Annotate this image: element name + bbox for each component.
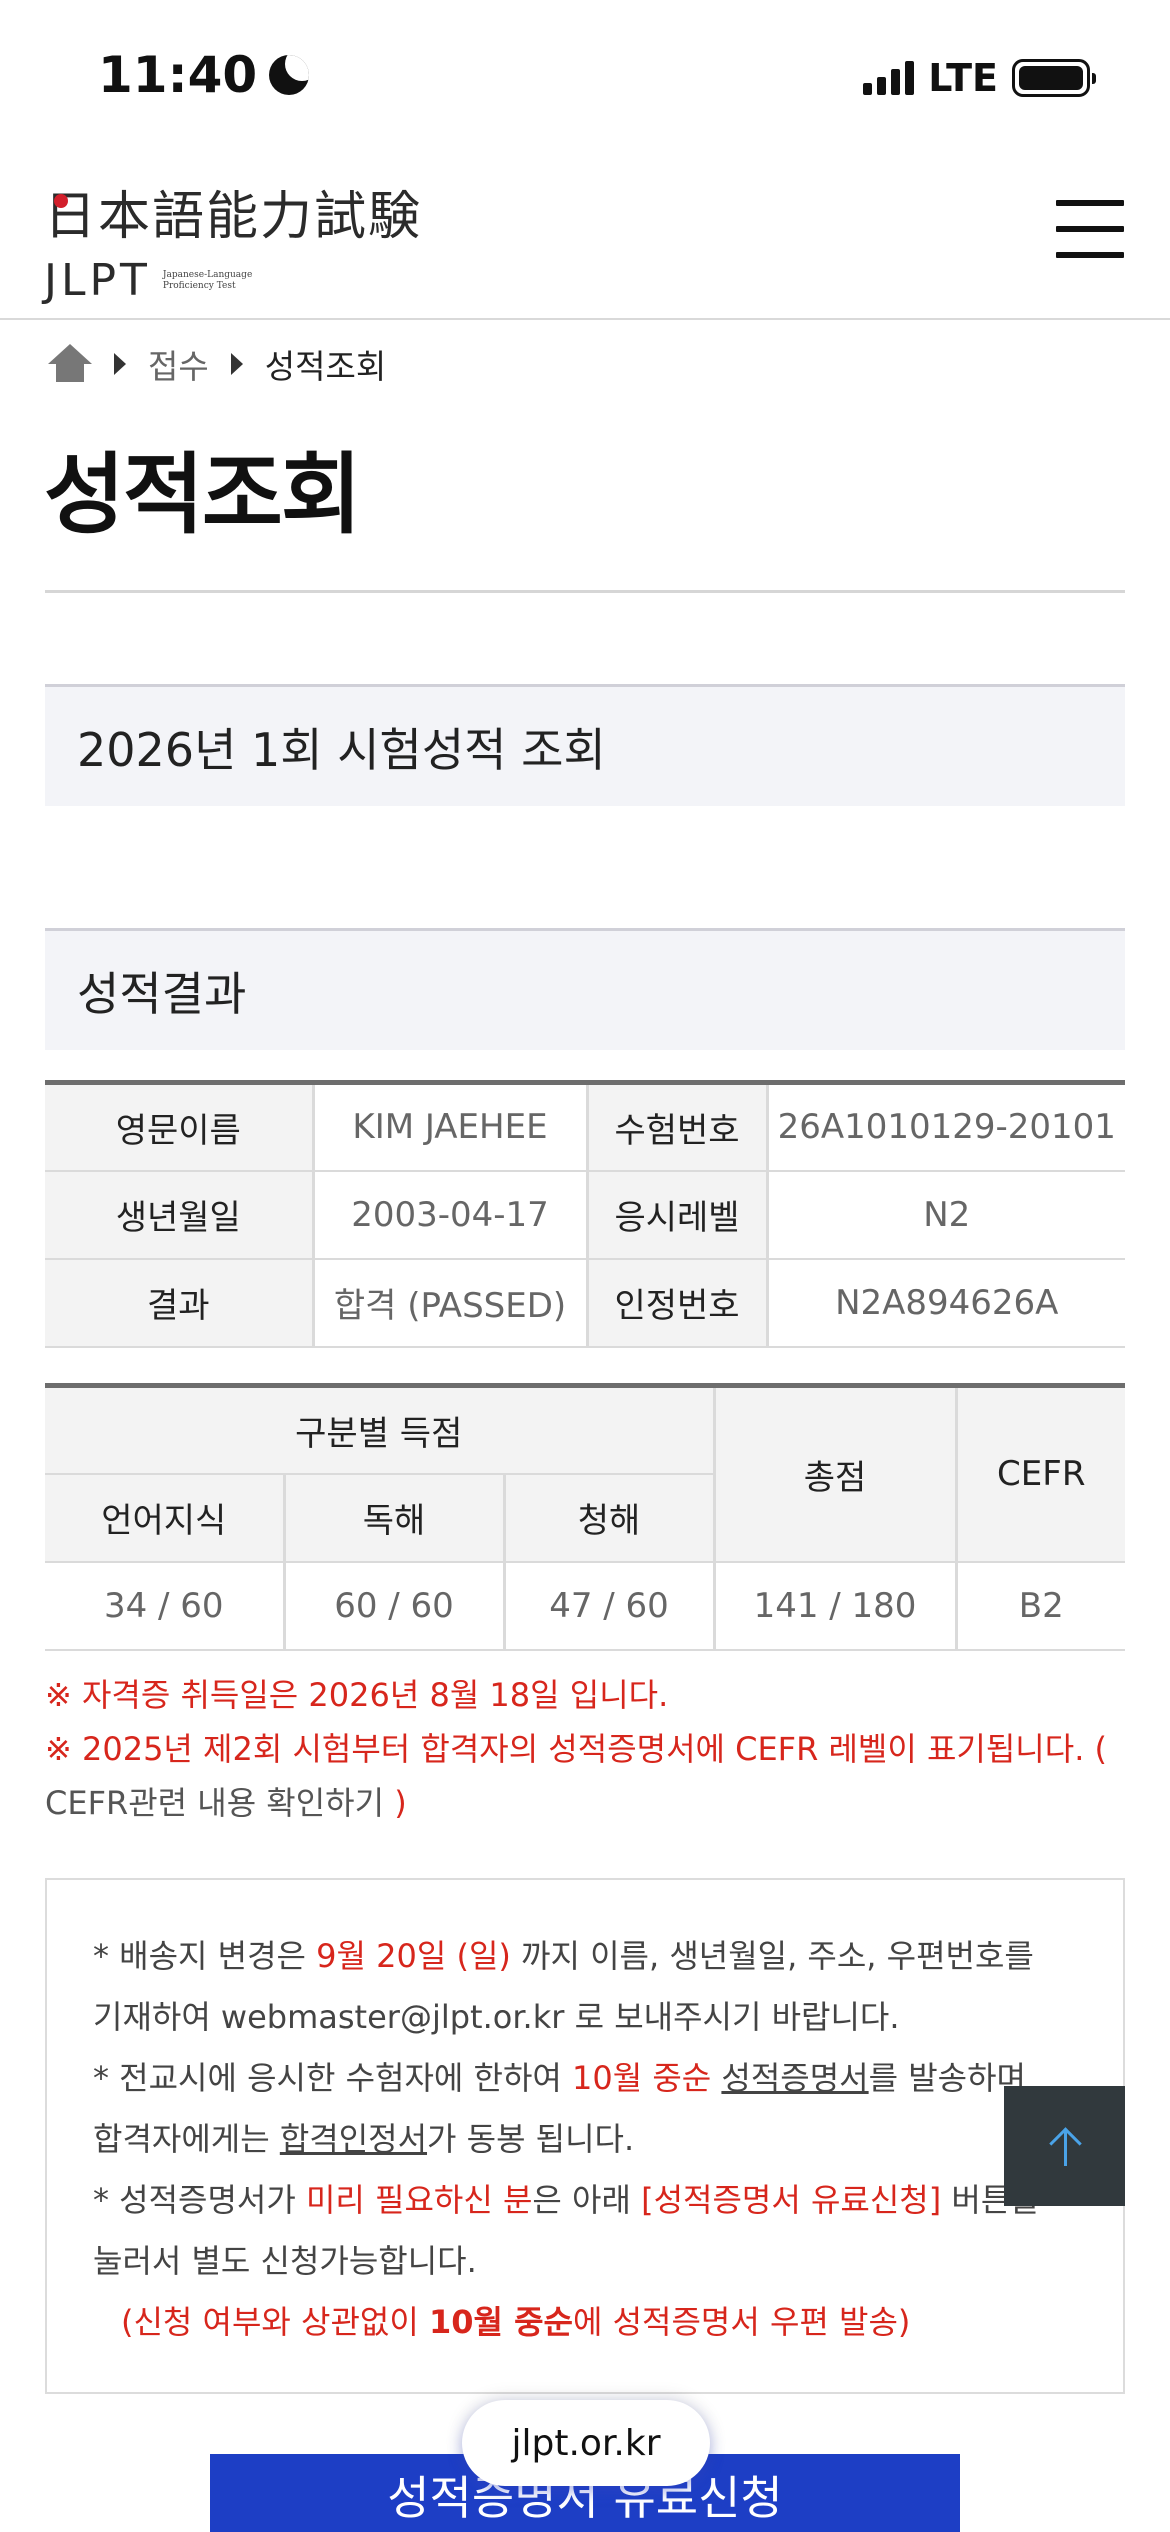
certification-number-value: N2A894626A	[765, 1258, 1125, 1348]
table-row: 결과 합격 (PASSED) 인정번호 N2A894626A	[45, 1258, 1125, 1348]
cefr-header: CEFR	[954, 1385, 1125, 1563]
browser-url-bar[interactable]: jlpt.or.kr	[462, 2400, 710, 2486]
table-row: 생년월일 2003-04-17 응시레벨 N2	[45, 1170, 1125, 1260]
score-certificate-term: 성적증명서	[721, 2059, 869, 2097]
jlpt-logo[interactable]: 日本語能力試験 JLPT Japanese-Language Proficien…	[44, 174, 422, 306]
score-table: 구분별 득점 총점 CEFR 언어지식 독해 청해 34 / 60 60 / 6…	[45, 1383, 1125, 1651]
clock-text: 11:40	[98, 46, 258, 104]
result-value: 합격 (PASSED)	[311, 1258, 587, 1348]
section-scores-header: 구분별 득점	[45, 1385, 714, 1475]
info-line: 눌러서 별도 신청가능합니다.	[93, 2242, 477, 2280]
cefr-info-link[interactable]: CEFR관련 내용 확인하기	[45, 1784, 384, 1822]
info-line: 합격자에게는 합격인정서가 동봉 됩니다.	[93, 2120, 635, 2158]
notice-certification-date: ※ 자격증 취득일은 2026년 8월 18일 입니다.	[45, 1676, 669, 1714]
total-score-header: 총점	[712, 1385, 956, 1563]
info-line: * 배송지 변경은 9월 20일 (일) 까지 이름, 생년월일, 주소, 우편…	[93, 1937, 1034, 1975]
language-knowledge-score: 34 / 60	[45, 1561, 284, 1651]
table-header-row: 구분별 득점 총점 CEFR	[45, 1385, 1125, 1563]
level-label: 응시레벨	[585, 1170, 767, 1260]
notice-cefr: ※ 2025년 제2회 시험부터 합격자의 성적증명서에 CEFR 레벨이 표기…	[45, 1730, 1108, 1768]
notice-close-paren: )	[394, 1784, 407, 1822]
status-bar: 11:40 LTE	[0, 0, 1170, 150]
language-knowledge-header: 언어지식	[45, 1473, 284, 1563]
level-value: N2	[765, 1170, 1125, 1260]
breadcrumb-item-apply[interactable]: 접수	[148, 340, 209, 388]
table-row: 34 / 60 60 / 60 47 / 60 141 / 180 B2	[45, 1561, 1125, 1651]
moon-icon	[269, 55, 310, 95]
exam-number-value: 26A1010129-20101	[765, 1082, 1125, 1172]
total-score: 141 / 180	[712, 1561, 956, 1651]
logo-kanji: 日本語能力試験	[44, 187, 423, 247]
exam-section-title: 2026년 1회 시험성적 조회	[45, 684, 1125, 806]
table-row: 영문이름 KIM JAEHEE 수험번호 26A1010129-20101	[45, 1082, 1125, 1172]
reading-score: 60 / 60	[282, 1561, 504, 1651]
info-line: 기재하여 webmaster@jlpt.or.kr 로 보내주시기 바랍니다.	[93, 1998, 900, 2036]
listening-score: 47 / 60	[502, 1561, 714, 1651]
scroll-top-button[interactable]	[1004, 2086, 1125, 2206]
arrow-up-icon	[1048, 2126, 1082, 2166]
logo-latin: JLPT	[44, 255, 151, 306]
signal-icon	[863, 61, 915, 95]
birthdate-value: 2003-04-17	[311, 1170, 587, 1260]
reading-header: 독해	[282, 1473, 504, 1563]
result-label: 결과	[45, 1258, 313, 1348]
logo-red-dot-icon	[54, 194, 68, 208]
status-time: 11:40	[98, 46, 310, 104]
info-line: (신청 여부와 상관없이 10월 중순에 성적증명서 우편 발송)	[121, 2303, 911, 2341]
breadcrumb-item-current: 성적조회	[264, 347, 387, 386]
name-label: 영문이름	[45, 1082, 313, 1172]
breadcrumb: 접수 성적조회	[48, 340, 386, 388]
chevron-right-icon	[230, 353, 243, 375]
site-header: 日本語能力試験 JLPT Japanese-Language Proficien…	[0, 150, 1170, 320]
exam-number-label: 수험번호	[585, 1082, 767, 1172]
page-title: 성적조회	[44, 443, 362, 546]
chevron-right-icon	[114, 353, 126, 375]
logo-subtitle: Japanese-Language Proficiency Test	[162, 269, 253, 291]
home-icon[interactable]	[48, 344, 92, 384]
status-indicators: LTE	[863, 56, 1096, 100]
result-section-title: 성적결과	[45, 928, 1125, 1050]
notices: ※ 자격증 취득일은 2026년 8월 18일 입니다. ※ 2025년 제2회…	[45, 1668, 1135, 1830]
birthdate-label: 생년월일	[45, 1170, 313, 1260]
shipping-info-box: * 배송지 변경은 9월 20일 (일) 까지 이름, 생년월일, 주소, 우편…	[45, 1878, 1125, 2394]
cefr-level: B2	[954, 1561, 1125, 1651]
info-line: * 성적증명서가 미리 필요하신 분은 아래 [성적증명서 유료신청] 버튼을	[93, 2181, 1040, 2219]
name-value: KIM JAEHEE	[311, 1082, 587, 1172]
info-line: * 전교시에 응시한 수험자에 한하여 10월 중순 성적증명서를 발송하며	[93, 2059, 1026, 2097]
listening-header: 청해	[502, 1473, 714, 1563]
certification-number-label: 인정번호	[585, 1258, 767, 1348]
network-label: LTE	[928, 56, 998, 100]
examinee-info-table: 영문이름 KIM JAEHEE 수험번호 26A1010129-20101 생년…	[45, 1080, 1125, 1348]
battery-icon	[1012, 59, 1096, 97]
title-divider	[45, 590, 1125, 593]
pass-certificate-term: 합격인정서	[279, 2120, 428, 2158]
hamburger-menu-icon[interactable]	[1056, 200, 1124, 258]
